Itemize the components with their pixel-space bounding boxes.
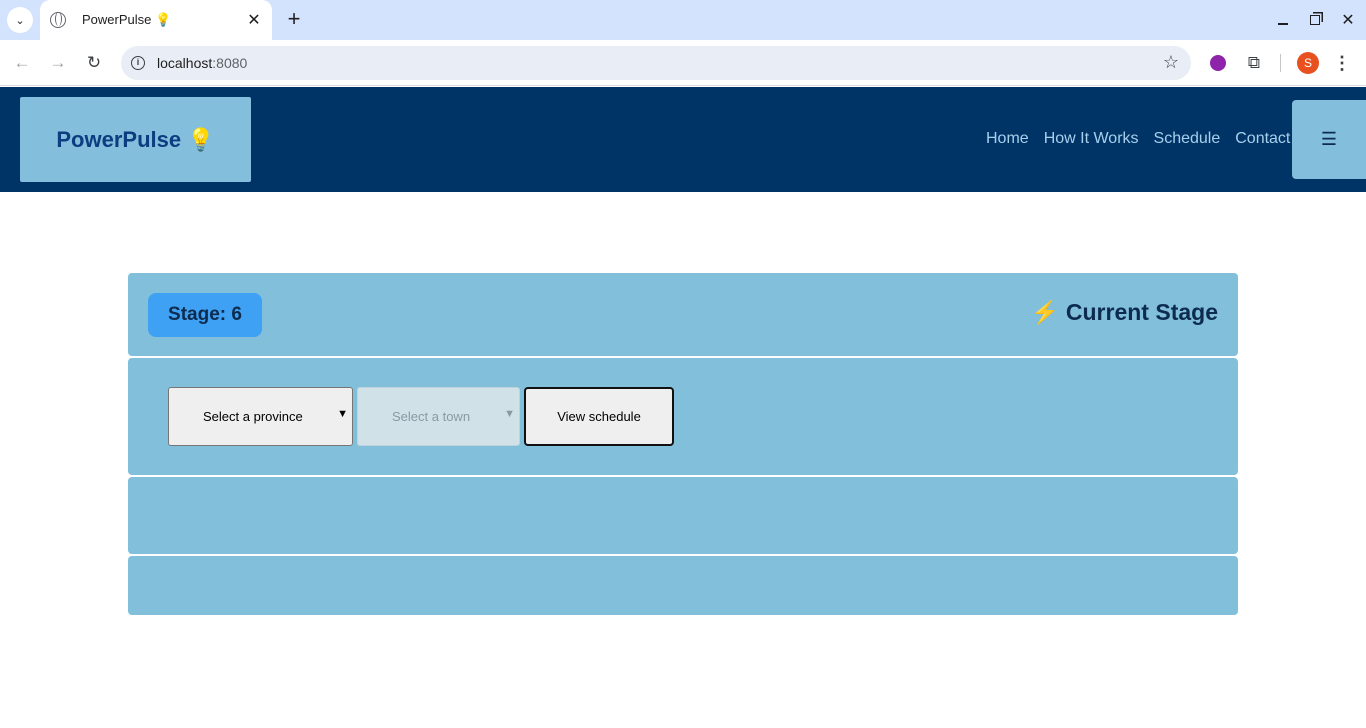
close-icon[interactable]: ✕ (246, 10, 262, 30)
chevron-down-icon: ▼ (337, 408, 348, 420)
tab-search-icon[interactable]: ⌄ (7, 7, 33, 33)
current-stage-title: ⚡ Current Stage (1030, 299, 1218, 325)
town-select[interactable]: Select a town ▼ (357, 387, 520, 446)
nav-how-it-works[interactable]: How It Works (1044, 130, 1139, 148)
browser-toolbar: ← → ↻ i localhost:8080 ☆ ⧉ S ⋮ (0, 40, 1366, 86)
url-text[interactable]: localhost:8080 (157, 55, 247, 71)
new-tab-icon[interactable]: + (282, 8, 306, 32)
province-select[interactable]: Select a province ▼ (168, 387, 353, 446)
back-arrow-icon[interactable]: ← (10, 51, 34, 75)
globe-icon (50, 12, 66, 28)
site-header: PowerPulse 💡 Home How It Works Schedule … (0, 87, 1366, 192)
footer-panel (128, 556, 1238, 615)
view-schedule-button[interactable]: View schedule (524, 387, 674, 446)
browser-tabstrip: ⌄ PowerPulse 💡 ✕ + ✕ (0, 0, 1366, 40)
chevron-down-icon: ▼ (504, 408, 515, 420)
browser-menu-icon[interactable]: ⋮ (1330, 51, 1354, 75)
toolbar-divider (1280, 54, 1281, 72)
avatar-letter: S (1297, 52, 1319, 74)
browser-tab[interactable]: PowerPulse 💡 ✕ (40, 0, 272, 40)
url-host: localhost (157, 55, 213, 71)
schedule-results-panel (128, 477, 1238, 554)
profile-avatar[interactable]: S (1296, 51, 1320, 75)
restore-icon[interactable] (1303, 8, 1327, 32)
town-select-value: Select a town (392, 409, 471, 424)
logo-text: PowerPulse 💡 (56, 126, 215, 152)
url-port: :8080 (212, 55, 248, 71)
nav-contact[interactable]: Contact (1235, 130, 1290, 148)
reload-icon[interactable]: ↻ (82, 51, 106, 75)
window-close-icon[interactable]: ✕ (1336, 8, 1360, 32)
minimize-icon[interactable] (1271, 8, 1295, 32)
extensions-puzzle-icon[interactable]: ⧉ (1242, 51, 1266, 75)
nav-home[interactable]: Home (986, 130, 1029, 148)
extension-icon[interactable] (1206, 51, 1230, 75)
bookmark-star-icon[interactable]: ☆ (1163, 52, 1179, 73)
tab-title: PowerPulse 💡 (82, 12, 172, 27)
nav-schedule[interactable]: Schedule (1154, 130, 1221, 148)
stage-panel: Stage: 6 ⚡ Current Stage (128, 273, 1238, 356)
site-info-icon[interactable]: i (131, 56, 145, 70)
main-nav: Home How It Works Schedule Contact (986, 130, 1290, 148)
hamburger-menu-icon[interactable]: ☰ (1292, 100, 1366, 179)
schedule-form-panel: Select a province ▼ Select a town ▼ View… (128, 358, 1238, 475)
province-select-value: Select a province (203, 409, 303, 424)
stage-badge: Stage: 6 (148, 293, 262, 337)
address-bar[interactable]: i localhost:8080 ☆ (121, 46, 1191, 80)
forward-arrow-icon[interactable]: → (46, 51, 70, 75)
logo[interactable]: PowerPulse 💡 (20, 97, 251, 182)
